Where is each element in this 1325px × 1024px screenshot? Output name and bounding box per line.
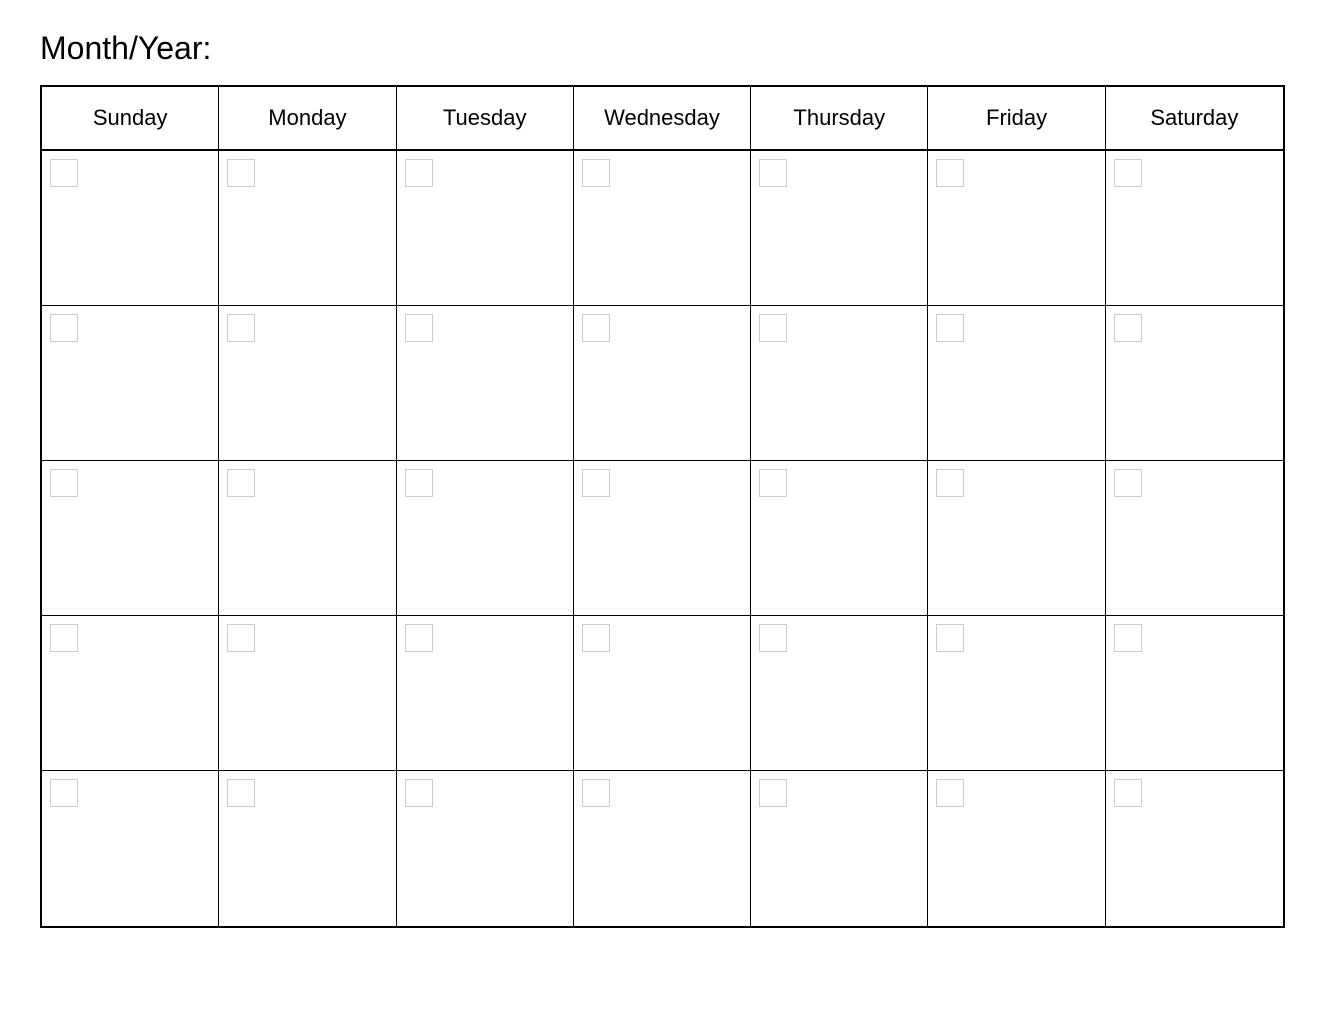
date-box	[936, 624, 964, 652]
calendar-cell[interactable]	[574, 461, 751, 615]
calendar-cell[interactable]	[1106, 461, 1283, 615]
day-header-wednesday: Wednesday	[574, 87, 751, 149]
date-box	[582, 624, 610, 652]
calendar-cell[interactable]	[42, 151, 219, 305]
calendar-body	[42, 151, 1283, 926]
calendar-cell[interactable]	[1106, 306, 1283, 460]
calendar-cell[interactable]	[928, 771, 1105, 926]
date-box	[405, 779, 433, 807]
date-box	[50, 779, 78, 807]
calendar-cell[interactable]	[1106, 771, 1283, 926]
calendar-cell[interactable]	[751, 306, 928, 460]
calendar-cell[interactable]	[928, 306, 1105, 460]
calendar-cell[interactable]	[574, 306, 751, 460]
date-box	[227, 159, 255, 187]
day-header-thursday: Thursday	[751, 87, 928, 149]
day-header-friday: Friday	[928, 87, 1105, 149]
date-box	[50, 159, 78, 187]
calendar-cell[interactable]	[751, 616, 928, 770]
date-box	[582, 469, 610, 497]
calendar-cell[interactable]	[42, 306, 219, 460]
calendar-cell[interactable]	[219, 616, 396, 770]
calendar-cell[interactable]	[751, 461, 928, 615]
date-box	[227, 624, 255, 652]
date-box	[1114, 159, 1142, 187]
calendar-cell[interactable]	[751, 151, 928, 305]
date-box	[405, 314, 433, 342]
calendar-cell[interactable]	[397, 771, 574, 926]
date-box	[582, 159, 610, 187]
calendar-cell[interactable]	[751, 771, 928, 926]
date-box	[1114, 779, 1142, 807]
calendar-cell[interactable]	[42, 616, 219, 770]
calendar-cell[interactable]	[397, 461, 574, 615]
calendar-cell[interactable]	[928, 151, 1105, 305]
calendar-cell[interactable]	[219, 771, 396, 926]
date-box	[936, 469, 964, 497]
calendar-cell[interactable]	[928, 616, 1105, 770]
calendar-cell[interactable]	[574, 151, 751, 305]
date-box	[936, 779, 964, 807]
calendar-cell[interactable]	[1106, 616, 1283, 770]
calendar-cell[interactable]	[574, 771, 751, 926]
date-box	[1114, 624, 1142, 652]
calendar-cell[interactable]	[219, 151, 396, 305]
date-box	[227, 314, 255, 342]
calendar-cell[interactable]	[219, 306, 396, 460]
calendar-row-4	[42, 616, 1283, 771]
page-title: Month/Year:	[40, 30, 1285, 67]
date-box	[759, 624, 787, 652]
date-box	[759, 779, 787, 807]
date-box	[582, 779, 610, 807]
calendar-cell[interactable]	[928, 461, 1105, 615]
date-box	[50, 469, 78, 497]
day-header-sunday: Sunday	[42, 87, 219, 149]
calendar-row-1	[42, 151, 1283, 306]
date-box	[936, 159, 964, 187]
date-box	[50, 314, 78, 342]
calendar-row-3	[42, 461, 1283, 616]
calendar-row-5	[42, 771, 1283, 926]
calendar-cell[interactable]	[219, 461, 396, 615]
date-box	[405, 469, 433, 497]
day-header-monday: Monday	[219, 87, 396, 149]
date-box	[582, 314, 610, 342]
date-box	[759, 469, 787, 497]
date-box	[1114, 314, 1142, 342]
calendar-header: Sunday Monday Tuesday Wednesday Thursday…	[42, 87, 1283, 151]
date-box	[405, 624, 433, 652]
calendar-cell[interactable]	[397, 306, 574, 460]
date-box	[1114, 469, 1142, 497]
date-box	[227, 779, 255, 807]
calendar-cell[interactable]	[1106, 151, 1283, 305]
date-box	[936, 314, 964, 342]
calendar-cell[interactable]	[42, 771, 219, 926]
date-box	[759, 159, 787, 187]
date-box	[227, 469, 255, 497]
day-header-tuesday: Tuesday	[397, 87, 574, 149]
calendar-row-2	[42, 306, 1283, 461]
calendar-cell[interactable]	[42, 461, 219, 615]
calendar-cell[interactable]	[397, 151, 574, 305]
date-box	[50, 624, 78, 652]
day-header-saturday: Saturday	[1106, 87, 1283, 149]
calendar-cell[interactable]	[574, 616, 751, 770]
calendar-wrapper: Sunday Monday Tuesday Wednesday Thursday…	[40, 85, 1285, 928]
date-box	[405, 159, 433, 187]
calendar-cell[interactable]	[397, 616, 574, 770]
date-box	[759, 314, 787, 342]
